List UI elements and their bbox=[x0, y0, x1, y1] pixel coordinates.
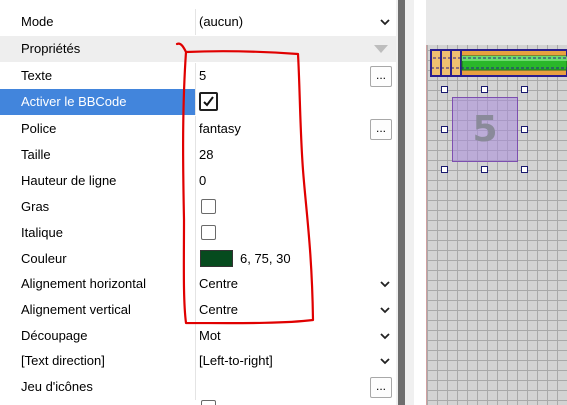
resize-handle[interactable] bbox=[441, 166, 448, 173]
property-row-taille[interactable]: Taille 28 bbox=[0, 142, 396, 168]
ellipsis-button[interactable]: ... bbox=[370, 66, 392, 87]
chevron-down-icon[interactable] bbox=[380, 332, 390, 340]
property-label: Texte bbox=[21, 68, 53, 83]
scene-canvas[interactable]: 5 bbox=[414, 0, 567, 405]
canvas-top-area bbox=[426, 0, 567, 45]
texte-value[interactable]: 5 bbox=[196, 63, 396, 89]
property-label: Police bbox=[21, 121, 57, 136]
property-row-decoupage[interactable]: Découpage Mot bbox=[0, 323, 396, 349]
next-row-checkbox[interactable] bbox=[201, 400, 216, 405]
decoupage-value[interactable]: Mot bbox=[196, 323, 396, 349]
taille-value[interactable]: 28 bbox=[196, 142, 396, 168]
resize-handle[interactable] bbox=[521, 126, 528, 133]
resize-handle[interactable] bbox=[441, 126, 448, 133]
property-row-hauteur-de-ligne[interactable]: Hauteur de ligne 0 bbox=[0, 168, 396, 194]
property-row-italique[interactable]: Italique bbox=[0, 220, 396, 246]
resize-handle[interactable] bbox=[521, 86, 528, 93]
property-row-bbcode[interactable]: Activer le BBCode bbox=[0, 89, 396, 115]
property-row-couleur[interactable]: Couleur 6, 75, 30 bbox=[0, 246, 396, 272]
property-label: Activer le BBCode bbox=[0, 89, 195, 115]
resize-handle[interactable] bbox=[521, 166, 528, 173]
property-label: Hauteur de ligne bbox=[21, 173, 117, 188]
property-row-alignement-vertical[interactable]: Alignement vertical Centre bbox=[0, 297, 396, 323]
color-swatch[interactable] bbox=[200, 250, 233, 267]
property-label: [Text direction] bbox=[21, 353, 105, 368]
column-separator bbox=[195, 220, 196, 246]
property-label: Alignement horizontal bbox=[21, 276, 147, 291]
text-object[interactable]: 5 bbox=[452, 97, 518, 162]
property-row-text-direction[interactable]: [Text direction] [Left-to-right] bbox=[0, 348, 396, 374]
alignement-vertical-value[interactable]: Centre bbox=[196, 297, 396, 323]
column-separator bbox=[195, 194, 196, 220]
property-row-jeu-d-icones[interactable]: Jeu d'icônes ... bbox=[0, 374, 396, 400]
property-label: Gras bbox=[21, 199, 50, 214]
checkmark-icon bbox=[203, 96, 214, 107]
property-label: Taille bbox=[21, 147, 51, 162]
property-row-texte[interactable]: Texte 5 ... bbox=[0, 63, 396, 89]
chevron-down-icon[interactable] bbox=[380, 357, 390, 365]
property-row-mode[interactable]: Mode (aucun) bbox=[0, 9, 396, 35]
property-label: Découpage bbox=[21, 328, 88, 343]
resize-handle[interactable] bbox=[441, 86, 448, 93]
resize-handle[interactable] bbox=[481, 166, 488, 173]
resize-handle[interactable] bbox=[481, 86, 488, 93]
italique-checkbox[interactable] bbox=[201, 225, 216, 240]
property-row-gras[interactable]: Gras bbox=[0, 194, 396, 220]
ellipsis-button[interactable]: ... bbox=[370, 377, 392, 398]
property-label: Mode bbox=[21, 14, 54, 29]
property-label: Italique bbox=[21, 225, 63, 240]
text-direction-value[interactable]: [Left-to-right] bbox=[196, 348, 396, 374]
ellipsis-button[interactable]: ... bbox=[370, 119, 392, 140]
splitter-bar[interactable] bbox=[398, 0, 405, 405]
property-row-police[interactable]: Police fantasy ... bbox=[0, 116, 396, 142]
property-label: Alignement vertical bbox=[21, 302, 131, 317]
alignement-horizontal-value[interactable]: Centre bbox=[196, 271, 396, 297]
property-label: Jeu d'icônes bbox=[21, 379, 93, 394]
hauteur-de-ligne-value[interactable]: 0 bbox=[196, 168, 396, 194]
bar-object[interactable] bbox=[428, 46, 567, 80]
column-separator bbox=[195, 89, 196, 115]
text-object-label: 5 bbox=[472, 109, 498, 150]
bbcode-checkbox[interactable] bbox=[199, 92, 218, 111]
collapse-triangle-icon[interactable] bbox=[374, 45, 388, 53]
gras-checkbox[interactable] bbox=[201, 199, 216, 214]
mode-dropdown-value[interactable]: (aucun) bbox=[196, 9, 396, 35]
chevron-down-icon[interactable] bbox=[380, 18, 390, 26]
police-value[interactable]: fantasy bbox=[196, 116, 396, 142]
chevron-down-icon[interactable] bbox=[380, 306, 390, 314]
section-header-label: Propriétés bbox=[21, 41, 81, 56]
column-separator bbox=[195, 374, 196, 400]
couleur-value[interactable]: 6, 75, 30 bbox=[240, 246, 291, 272]
panel-splitter[interactable] bbox=[396, 0, 414, 405]
property-row-alignement-horizontal[interactable]: Alignement horizontal Centre bbox=[0, 271, 396, 297]
section-header-properties[interactable]: Propriétés bbox=[0, 36, 396, 62]
properties-panel: Mode (aucun) Propriétés Texte 5 ... Acti… bbox=[0, 0, 396, 405]
chevron-down-icon[interactable] bbox=[380, 280, 390, 288]
property-label: Couleur bbox=[21, 251, 67, 266]
column-separator bbox=[195, 246, 196, 272]
